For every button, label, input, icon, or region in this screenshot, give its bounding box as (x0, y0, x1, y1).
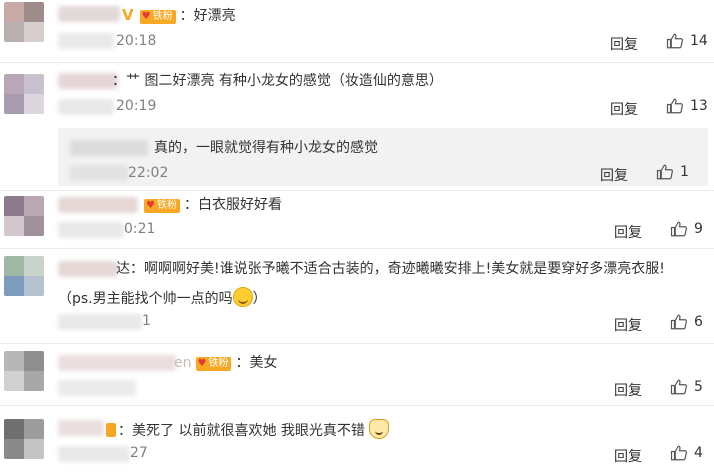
avatar[interactable] (4, 74, 44, 114)
like-count: 1 (680, 164, 689, 180)
sub-reply: 真的，一眼就觉得有种小龙女的感觉 22:02 回复 1 (58, 128, 708, 186)
verified-icon: V (122, 6, 134, 24)
thumbs-up-icon (666, 97, 684, 115)
like-count: 6 (694, 314, 703, 330)
member-tag-icon (106, 423, 116, 437)
comment-time: 20:18 (116, 33, 157, 49)
like-count: 13 (690, 98, 708, 114)
like-button[interactable]: 6 (670, 313, 703, 331)
reply-button[interactable]: 回复 (614, 222, 642, 242)
reply-button[interactable]: 回复 (610, 34, 638, 54)
username-blurred[interactable] (58, 355, 176, 371)
username-blurred[interactable] (70, 140, 148, 156)
like-button[interactable]: 4 (670, 444, 703, 462)
avatar[interactable] (4, 256, 44, 296)
time-prefix-blurred (58, 314, 142, 330)
like-button[interactable]: 14 (666, 32, 708, 50)
heart-icon: ♥ (141, 11, 151, 22)
thumbs-up-icon (670, 444, 688, 462)
comment-text-line2: （ps.男主能找个帅一点的吗） (58, 287, 267, 308)
heart-icon: ♥ (197, 358, 207, 369)
comment-text: 达：啊啊啊好美!谁说张予曦不适合古装的，奇迹曦曦安排上!美女就是要穿好多漂亮衣服… (116, 261, 665, 277)
fan-badge: ♥ 铁粉 (144, 199, 180, 213)
comment-text: ♥ 铁粉 ：白衣服好好看 (144, 197, 282, 213)
cat-emoji-icon (368, 419, 389, 439)
avatar[interactable] (4, 196, 44, 236)
fan-badge: ♥ 铁粉 (139, 10, 176, 24)
username-blurred[interactable] (58, 197, 138, 213)
reply-button[interactable]: 回复 (600, 165, 628, 185)
comment-item: 达：啊啊啊好美!谁说张予曦不适合古装的，奇迹曦曦安排上!美女就是要穿好多漂亮衣服… (0, 248, 714, 343)
comment-item: ：美死了 以前就很喜欢她 我眼光真不错 27 回复 4 (0, 405, 714, 476)
like-count: 4 (694, 445, 703, 461)
comment-text: ：美死了 以前就很喜欢她 我眼光真不错 (104, 419, 389, 440)
time-prefix-blurred (58, 99, 114, 115)
fan-badge: ♥ 铁粉 (195, 357, 232, 371)
thumbs-up-icon (670, 220, 688, 238)
reply-button[interactable]: 回复 (614, 315, 642, 335)
like-count: 5 (694, 379, 703, 395)
comment-text: en ♥ 铁粉 ：美女 (174, 355, 278, 371)
username-blurred[interactable] (58, 6, 120, 22)
like-button[interactable]: 1 (656, 163, 689, 181)
comment-time: 22:02 (128, 165, 169, 181)
thumbs-up-icon (670, 313, 688, 331)
comment-text: V ♥ 铁粉 ：好漂亮 (122, 6, 236, 24)
reply-button[interactable]: 回复 (610, 99, 638, 119)
heart-icon: ♥ (146, 200, 155, 211)
time-prefix-blurred (58, 33, 114, 49)
time-blurred (58, 380, 136, 396)
comment-item: en ♥ 铁粉 ：美女 回复 5 (0, 343, 714, 403)
like-button[interactable]: 9 (670, 220, 703, 238)
like-button[interactable]: 13 (666, 97, 708, 115)
reply-button[interactable]: 回复 (614, 446, 642, 466)
thumbs-up-icon (656, 163, 674, 181)
username-blurred[interactable] (58, 420, 104, 436)
comment-time: 0:21 (124, 221, 156, 237)
comment-text: ：艹 图二好漂亮 有种小龙女的感觉（妆造仙的意思） (112, 73, 443, 89)
username-blurred[interactable] (58, 261, 118, 277)
comment-item: V ♥ 铁粉 ：好漂亮 20:18 回复 14 (0, 0, 714, 70)
smile-emoji-icon (232, 287, 253, 307)
time-prefix-blurred (58, 446, 130, 462)
username-blurred[interactable] (58, 73, 118, 89)
avatar[interactable] (4, 2, 44, 42)
comment-time: 27 (130, 445, 148, 461)
avatar[interactable] (4, 419, 44, 459)
comment-time: 20:19 (116, 98, 157, 114)
comment-item: ♥ 铁粉 ：白衣服好好看 0:21 回复 9 (0, 190, 714, 248)
like-count: 14 (690, 33, 708, 49)
avatar[interactable] (4, 351, 44, 391)
like-button[interactable]: 5 (670, 378, 703, 396)
thumbs-up-icon (666, 32, 684, 50)
time-prefix-blurred (58, 222, 124, 238)
comment-time: 1 (142, 313, 151, 329)
like-count: 9 (694, 221, 703, 237)
sub-reply-text: 真的，一眼就觉得有种小龙女的感觉 (154, 140, 378, 156)
time-prefix-blurred (70, 165, 128, 181)
reply-button[interactable]: 回复 (614, 380, 642, 400)
thumbs-up-icon (670, 378, 688, 396)
